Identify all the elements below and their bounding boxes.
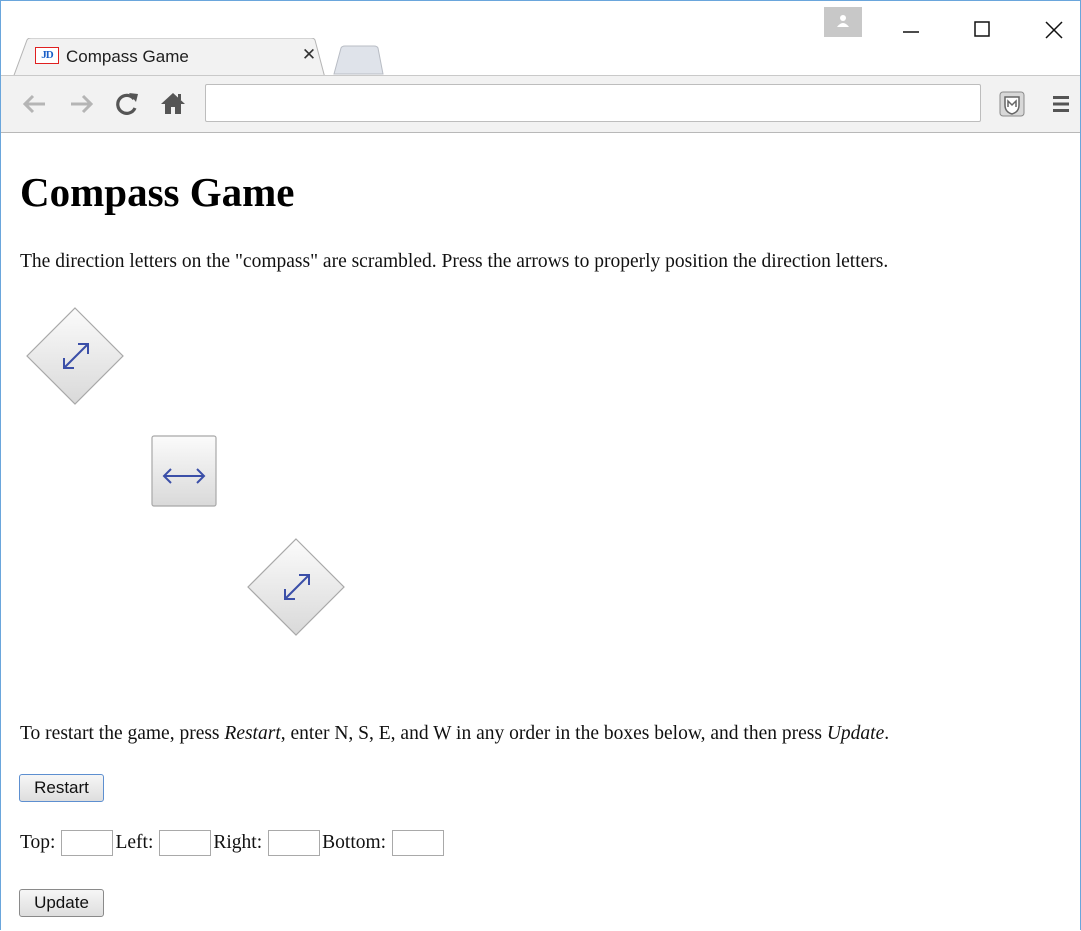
- minimize-icon[interactable]: [888, 11, 934, 47]
- restart-button[interactable]: Restart: [19, 774, 104, 802]
- browser-toolbar: [1, 76, 1080, 133]
- page-title: Compass Game: [20, 169, 295, 215]
- bottom-label: Bottom:: [322, 832, 387, 853]
- menu-icon[interactable]: [1045, 88, 1077, 120]
- forward-arrow-icon[interactable]: [65, 88, 97, 120]
- favicon-icon: JD: [35, 47, 59, 64]
- update-word: Update: [826, 723, 885, 744]
- update-button[interactable]: Update: [19, 889, 104, 917]
- restart-text-part3: .: [884, 723, 890, 744]
- profile-button[interactable]: [824, 7, 862, 37]
- tab-close-icon[interactable]: ✕: [299, 45, 319, 65]
- reload-icon[interactable]: [111, 88, 143, 120]
- diagonal-arrow-button-2[interactable]: [246, 537, 346, 637]
- new-tab-button[interactable]: [332, 45, 384, 75]
- top-label: Top:: [20, 832, 56, 853]
- right-label: Right:: [213, 832, 263, 853]
- browser-window: JD Compass Game ✕ Compass Game The direc…: [0, 0, 1081, 931]
- restart-text-part2: , enter N, S, E, and W in any order in t…: [280, 723, 827, 744]
- diagonal-arrow-button-1[interactable]: [25, 306, 125, 406]
- left-input[interactable]: [159, 830, 212, 856]
- back-arrow-icon[interactable]: [19, 88, 51, 120]
- tab-title: Compass Game: [66, 47, 189, 66]
- intro-text: The direction letters on the "compass" a…: [20, 251, 889, 272]
- close-icon[interactable]: [1030, 11, 1076, 47]
- restart-instructions: To restart the game, press Restart, ente…: [20, 723, 889, 745]
- restart-text-part1: To restart the game, press: [20, 723, 225, 744]
- person-icon: [837, 15, 849, 27]
- maximize-icon[interactable]: [959, 11, 1005, 47]
- home-icon[interactable]: [157, 88, 189, 120]
- bottom-input[interactable]: [392, 830, 445, 856]
- right-input[interactable]: [268, 830, 321, 856]
- top-input[interactable]: [61, 830, 114, 856]
- extension-shield-icon[interactable]: [996, 88, 1028, 120]
- restart-word: Restart: [224, 723, 281, 744]
- browser-tab[interactable]: JD Compass Game ✕: [13, 38, 325, 78]
- left-label: Left:: [115, 832, 154, 853]
- title-bar: JD Compass Game ✕: [1, 1, 1080, 78]
- horizontal-arrow-button[interactable]: [151, 435, 217, 507]
- direction-fields: Top: Left: Right: Bottom:: [20, 830, 446, 856]
- address-bar[interactable]: [205, 84, 981, 122]
- page-content: Compass Game The direction letters on th…: [1, 133, 1080, 931]
